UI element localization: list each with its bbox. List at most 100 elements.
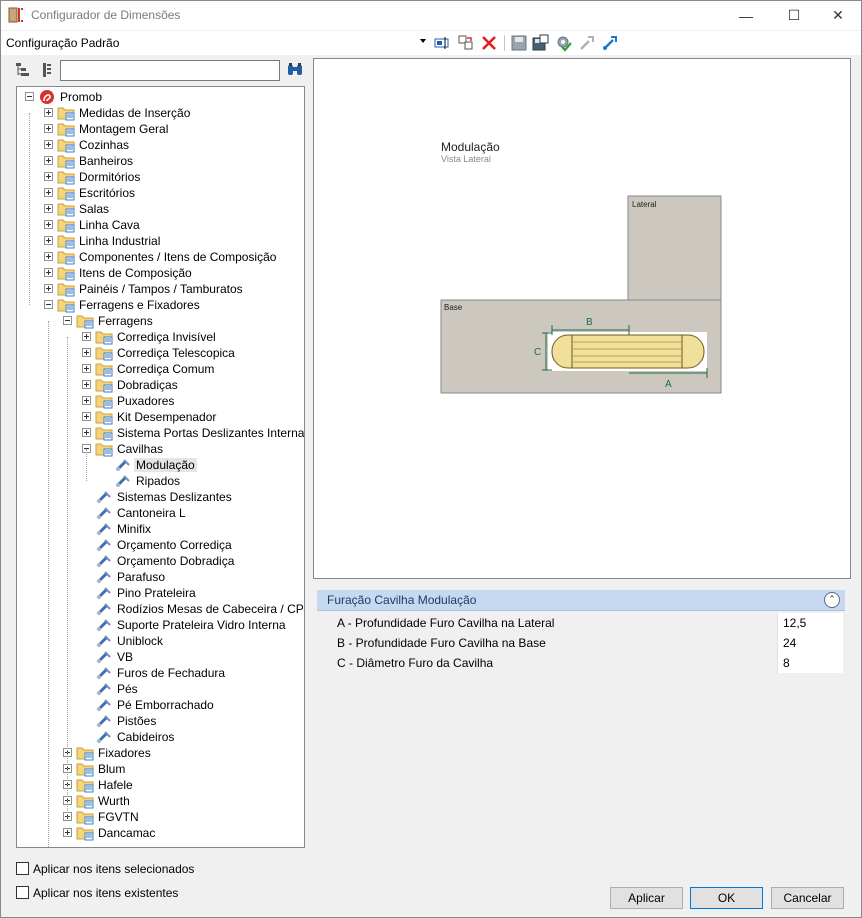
tree-node[interactable]: Hafele — [17, 777, 304, 793]
tree-node[interactable]: Corrediça Comum — [17, 361, 304, 377]
tree-node[interactable]: Corrediça Telescopica — [17, 345, 304, 361]
expand-icon[interactable] — [44, 124, 53, 133]
rename-config-icon[interactable] — [433, 34, 451, 52]
export-icon[interactable] — [578, 34, 596, 52]
tree-node[interactable]: Salas — [17, 201, 304, 217]
property-value-input[interactable]: 24 — [777, 633, 843, 653]
tree-node[interactable]: Linha Industrial — [17, 233, 304, 249]
expand-icon[interactable] — [44, 252, 53, 261]
tree-node[interactable]: Wurth — [17, 793, 304, 809]
tree-node[interactable]: Sistema Portas Deslizantes Internas — [17, 425, 304, 441]
tree-node[interactable]: VB — [17, 649, 304, 665]
tree-node-label: Hafele — [98, 778, 133, 792]
expand-icon[interactable] — [44, 220, 53, 229]
expand-icon[interactable] — [82, 332, 91, 341]
tree-node[interactable]: Pistões — [17, 713, 304, 729]
tree-node[interactable]: Cavilhas — [17, 441, 304, 457]
expand-icon[interactable] — [82, 364, 91, 373]
save-icon[interactable] — [510, 34, 528, 52]
apply-selected-checkbox[interactable] — [16, 862, 29, 875]
collapse-icon[interactable] — [44, 300, 53, 309]
apply-button[interactable]: Aplicar — [610, 887, 683, 909]
expand-icon[interactable] — [82, 428, 91, 437]
tree-node[interactable]: Rodízios Mesas de Cabeceira / CPU — [17, 601, 304, 617]
expand-all-icon[interactable] — [15, 62, 31, 78]
maximize-button[interactable]: ☐ — [771, 1, 817, 30]
apply-existing-checkbox[interactable] — [16, 886, 29, 899]
tree-node-root[interactable]: Promob — [17, 89, 304, 105]
category-tree[interactable]: Promob Medidas de Inserção Montagem Geral C… — [16, 86, 305, 848]
binoculars-search-icon[interactable] — [286, 62, 304, 78]
expand-icon[interactable] — [82, 396, 91, 405]
expand-icon[interactable] — [63, 828, 72, 837]
tree-node[interactable]: Parafuso — [17, 569, 304, 585]
tree-node[interactable]: Corrediça Invisível — [17, 329, 304, 345]
tree-node-selected[interactable]: Modulação — [17, 457, 304, 473]
tree-node[interactable]: Orçamento Corrediça — [17, 537, 304, 553]
expand-icon[interactable] — [44, 156, 53, 165]
tree-node[interactable]: Pés — [17, 681, 304, 697]
tree-node[interactable]: Cantoneira L — [17, 505, 304, 521]
close-window-button[interactable]: ✕ — [815, 1, 861, 30]
tree-node[interactable]: Suporte Prateleira Vidro Interna — [17, 617, 304, 633]
tree-node[interactable]: Sistemas Deslizantes — [17, 489, 304, 505]
tree-node[interactable]: Kit Desempenador — [17, 409, 304, 425]
tree-node[interactable]: Dancamac — [17, 825, 304, 841]
tree-node[interactable]: Orçamento Dobradiça — [17, 553, 304, 569]
tree-node[interactable]: Ripados — [17, 473, 304, 489]
configuration-select[interactable]: Configuração Padrão — [6, 36, 119, 50]
expand-icon[interactable] — [82, 348, 91, 357]
tree-node[interactable]: Uniblock — [17, 633, 304, 649]
tree-node[interactable]: Minifix — [17, 521, 304, 537]
expand-icon[interactable] — [44, 108, 53, 117]
tree-node[interactable]: Escritórios — [17, 185, 304, 201]
properties-header: Furação Cavilha Modulação ⌃ — [317, 590, 845, 611]
tree-node[interactable]: Puxadores — [17, 393, 304, 409]
tree-node[interactable]: Pino Prateleira — [17, 585, 304, 601]
collapse-icon[interactable] — [63, 316, 72, 325]
tree-node[interactable]: Banheiros — [17, 153, 304, 169]
expand-icon[interactable] — [44, 140, 53, 149]
tree-node[interactable]: Itens de Composição — [17, 265, 304, 281]
expand-icon[interactable] — [44, 236, 53, 245]
tree-node[interactable]: Blum — [17, 761, 304, 777]
chevron-down-icon[interactable] — [420, 39, 426, 43]
tree-node-label: Painéis / Tampos / Tamburatos — [79, 282, 243, 296]
expand-icon[interactable] — [44, 188, 53, 197]
collapse-all-icon[interactable] — [39, 62, 55, 78]
cancel-button[interactable]: Cancelar — [771, 887, 844, 909]
expand-icon[interactable] — [44, 284, 53, 293]
expand-icon[interactable] — [82, 412, 91, 421]
tree-node[interactable]: Painéis / Tampos / Tamburatos — [17, 281, 304, 297]
delete-config-icon[interactable] — [480, 34, 498, 52]
tree-node[interactable]: Linha Cava — [17, 217, 304, 233]
tree-node[interactable]: Cabideiros — [17, 729, 304, 745]
ok-button[interactable]: OK — [690, 887, 763, 909]
expand-icon[interactable] — [82, 380, 91, 389]
expand-icon[interactable] — [44, 172, 53, 181]
property-value-input[interactable]: 12,5 — [777, 613, 843, 633]
tree-node[interactable]: Ferragens — [17, 313, 304, 329]
tree-node[interactable]: Pé Emborrachado — [17, 697, 304, 713]
collapse-properties-button[interactable]: ⌃ — [824, 592, 840, 608]
minimize-button[interactable]: — — [723, 1, 769, 30]
tree-node[interactable]: Furos de Fechadura — [17, 665, 304, 681]
import-icon[interactable] — [601, 34, 619, 52]
tree-node[interactable]: Dormitórios — [17, 169, 304, 185]
tree-node[interactable]: Componentes / Itens de Composição — [17, 249, 304, 265]
tree-node[interactable]: Ferragens e Fixadores — [17, 297, 304, 313]
save-as-icon[interactable] — [532, 34, 550, 52]
tree-node[interactable]: Fixadores — [17, 745, 304, 761]
collapse-icon[interactable] — [25, 92, 34, 101]
search-input[interactable] — [60, 60, 280, 81]
expand-icon[interactable] — [44, 204, 53, 213]
tree-node[interactable]: Medidas de Inserção — [17, 105, 304, 121]
copy-config-icon[interactable] — [457, 34, 475, 52]
tree-node[interactable]: Dobradiças — [17, 377, 304, 393]
tree-node[interactable]: Montagem Geral — [17, 121, 304, 137]
tree-node[interactable]: Cozinhas — [17, 137, 304, 153]
tree-node[interactable]: FGVTN — [17, 809, 304, 825]
apply-settings-icon[interactable] — [555, 34, 573, 52]
expand-icon[interactable] — [44, 268, 53, 277]
property-value-input[interactable]: 8 — [777, 653, 843, 673]
